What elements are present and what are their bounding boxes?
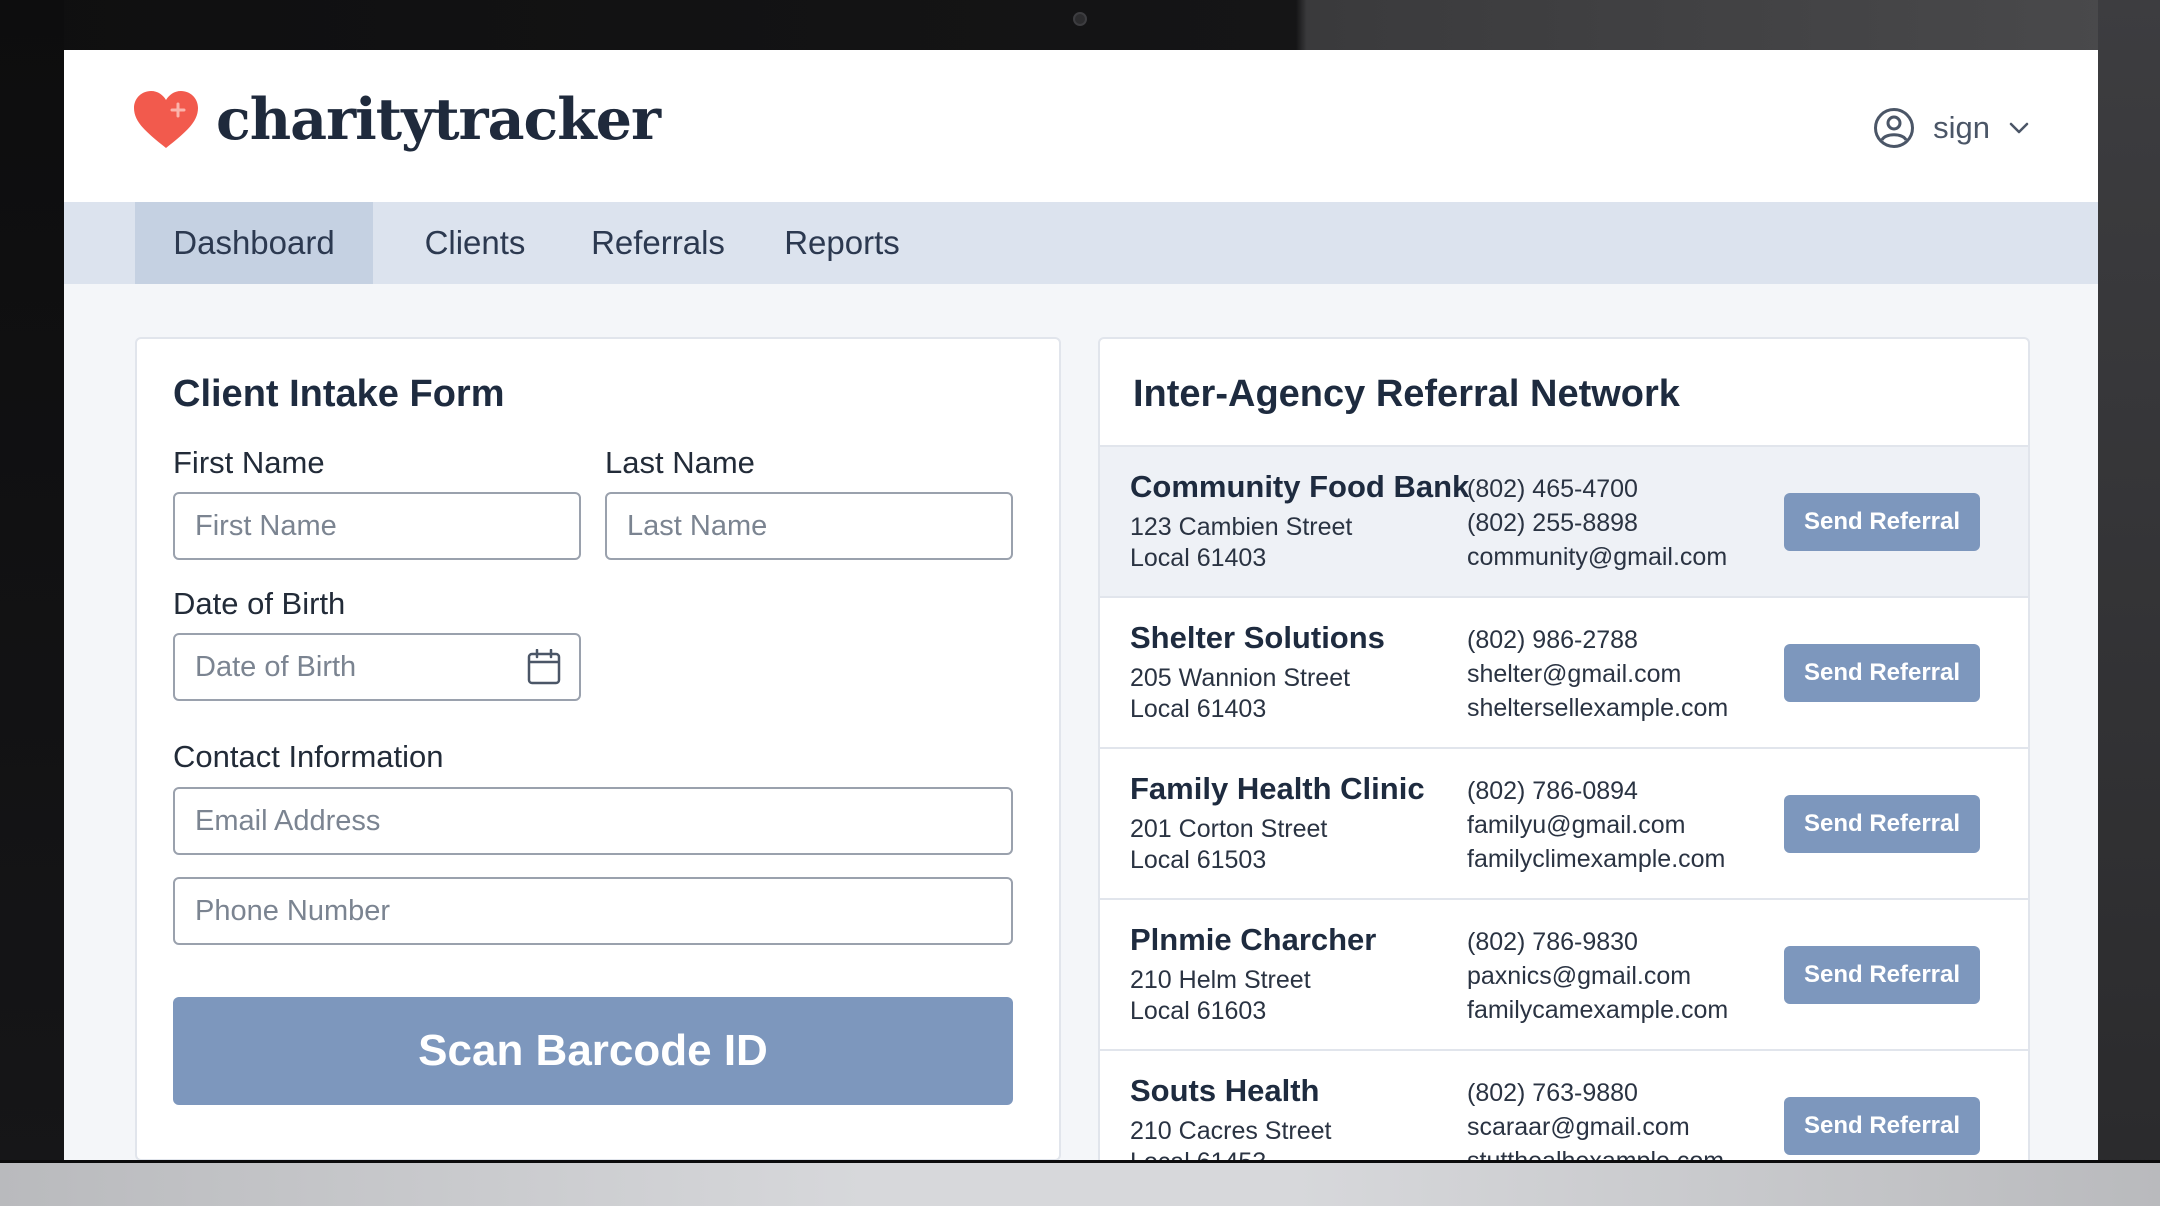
network-header: Inter-Agency Referral Network <box>1100 339 2028 447</box>
laptop-bezel-left <box>0 0 64 1206</box>
agency-street: 205 Wannion Street <box>1130 664 1351 692</box>
agency-name: Community Food Bank <box>1130 469 1470 504</box>
agency-street: 123 Cambien Street <box>1130 513 1353 541</box>
agency-contact-2: (802) 255-8898 <box>1467 509 1638 537</box>
agency-contact-2: shelter@gmail.com <box>1467 660 1682 688</box>
referral-network-card: Inter-Agency Referral Network Community … <box>1098 337 2030 1160</box>
dob-label: Date of Birth <box>173 586 346 621</box>
app-screen: charitytracker sign Dashboard Clients Re… <box>64 50 2098 1160</box>
user-menu-label: sign <box>1933 110 1990 145</box>
first-name-label: First Name <box>173 445 325 480</box>
main-nav: Dashboard Clients Referrals Reports <box>64 202 2098 284</box>
agency-row: Shelter Solutions 205 Wannion Street Loc… <box>1100 598 2028 749</box>
calendar-icon[interactable] <box>527 649 561 685</box>
agency-locality: Local 61403 <box>1130 544 1267 572</box>
email-field[interactable] <box>173 787 1013 855</box>
agency-street: 210 Cacres Street <box>1130 1117 1332 1145</box>
agency-contact-3: stutthealhexample.com <box>1467 1147 1724 1160</box>
agency-contact-3: familycamexample.com <box>1467 996 1729 1024</box>
heart-plus-icon <box>134 91 198 148</box>
contact-info-label: Contact Information <box>173 739 444 774</box>
agency-name: Plnmie Charcher <box>1130 922 1377 957</box>
webcam <box>1073 12 1087 26</box>
agency-street: 210 Helm Street <box>1130 966 1311 994</box>
send-referral-button[interactable]: Send Referral <box>1784 1097 1980 1155</box>
user-menu[interactable]: sign <box>1873 106 2030 150</box>
dob-field[interactable] <box>173 633 581 701</box>
agency-locality: Local 61503 <box>1130 846 1267 874</box>
agency-name: Souts Health <box>1130 1073 1320 1108</box>
laptop-bezel-right <box>2098 0 2160 1206</box>
brand-name[interactable]: charitytracker <box>216 86 661 153</box>
app-header: charitytracker sign <box>64 50 2098 202</box>
last-name-field[interactable] <box>605 492 1013 560</box>
agency-locality: Local 61453 <box>1130 1148 1266 1160</box>
tab-dashboard[interactable]: Dashboard <box>135 202 373 284</box>
agency-name: Family Health Clinic <box>1130 771 1425 806</box>
agency-row: Family Health Clinic 201 Corton Street L… <box>1100 749 2028 900</box>
agency-street: 201 Corton Street <box>1130 815 1328 843</box>
last-name-label: Last Name <box>605 445 755 480</box>
agency-contact-1: (802) 786-9830 <box>1467 928 1638 956</box>
first-name-field[interactable] <box>173 492 581 560</box>
tab-clients[interactable]: Clients <box>400 202 550 284</box>
agency-name: Shelter Solutions <box>1130 620 1385 655</box>
client-intake-card: Client Intake Form First Name Last Name … <box>135 337 1061 1160</box>
agency-row: Community Food Bank 123 Cambien Street L… <box>1100 447 2028 598</box>
agency-contact-3: community@gmail.com <box>1467 543 1728 571</box>
laptop-base <box>0 1163 2160 1206</box>
chevron-down-icon <box>2009 122 2029 134</box>
tab-reports[interactable]: Reports <box>767 202 917 284</box>
agency-contact-2: scaraar@gmail.com <box>1467 1113 1690 1141</box>
user-circle-icon <box>1874 108 1915 148</box>
agency-locality: Local 61403 <box>1130 695 1267 723</box>
agency-locality: Local 61603 <box>1130 997 1267 1025</box>
agency-contact-2: paxnics@gmail.com <box>1467 962 1692 990</box>
network-title: Inter-Agency Referral Network <box>1133 373 1680 415</box>
agency-contact-2: familyu@gmail.com <box>1467 811 1686 839</box>
send-referral-button[interactable]: Send Referral <box>1784 795 1980 853</box>
scan-barcode-button[interactable]: Scan Barcode ID <box>173 997 1013 1105</box>
phone-field[interactable] <box>173 877 1013 945</box>
agency-row: Plnmie Charcher 210 Helm Street Local 61… <box>1100 900 2028 1051</box>
agency-contact-3: familyclimexample.com <box>1467 845 1726 873</box>
send-referral-button[interactable]: Send Referral <box>1784 493 1980 551</box>
agency-row: Souts Health 210 Cacres Street Local 614… <box>1100 1051 2028 1160</box>
agency-contact-3: sheltersellexample.com <box>1467 694 1729 722</box>
send-referral-button[interactable]: Send Referral <box>1784 644 1980 702</box>
send-referral-button[interactable]: Send Referral <box>1784 946 1980 1004</box>
agency-contact-1: (802) 786-0894 <box>1467 777 1638 805</box>
intake-title: Client Intake Form <box>173 373 505 415</box>
agency-contact-1: (802) 465-4700 <box>1467 475 1638 503</box>
tab-referrals[interactable]: Referrals <box>578 202 738 284</box>
agency-contact-1: (802) 986-2788 <box>1467 626 1638 654</box>
agency-contact-1: (802) 763-9880 <box>1467 1079 1638 1107</box>
